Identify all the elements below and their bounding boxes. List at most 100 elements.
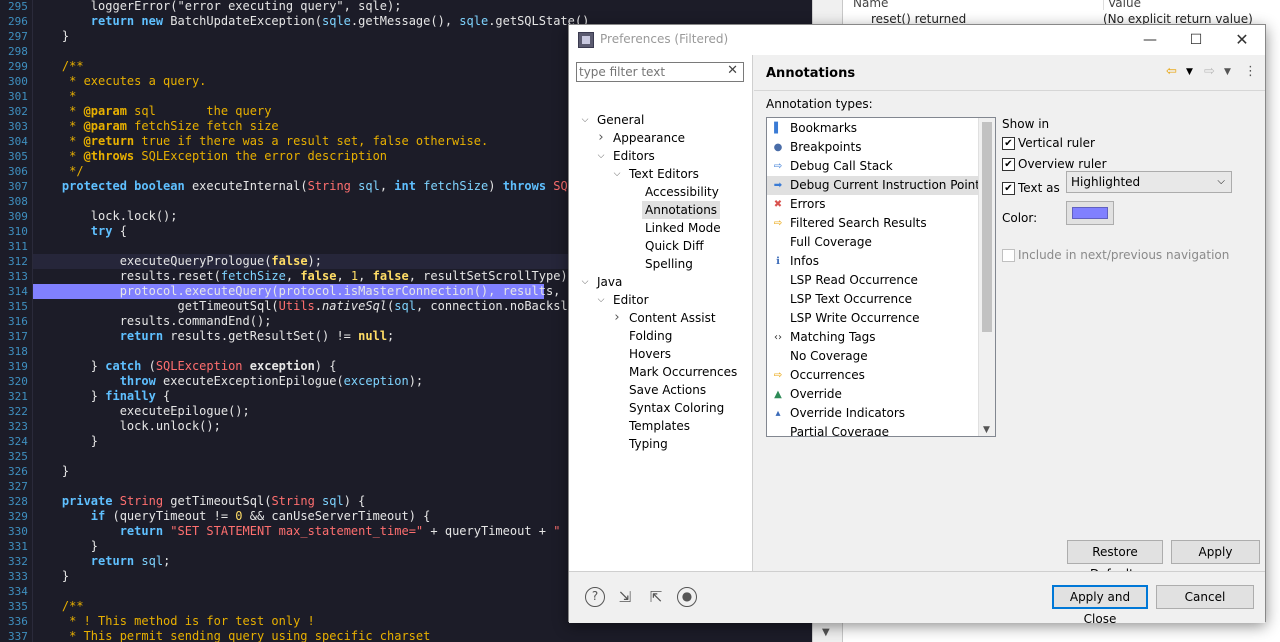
expanded-chevron-icon[interactable]: ⌵ [595,147,607,165]
expanded-chevron-icon[interactable]: ⌵ [595,291,607,309]
annotation-types-list[interactable]: ▌ Bookmarks ● Breakpoints ⇨ Debug Call Stack ➡… [766,117,996,437]
code-line: /** [61,599,84,613]
line-number: 313 [8,270,28,283]
annotation-type-item[interactable]: ➡ Debug Current Instruction Pointer [767,176,992,195]
export-icon[interactable]: ⇱ [645,587,667,609]
chevron-down-icon[interactable]: ▼ [822,627,830,638]
tree-item-typing[interactable]: Typing [629,435,668,453]
tree-item-save-actions[interactable]: Save Actions [629,381,706,399]
line-number: 331 [8,540,28,553]
scrollbar-thumb[interactable] [982,122,992,332]
record-icon[interactable]: ● [677,587,697,607]
expanded-chevron-icon[interactable]: ⌵ [611,165,623,183]
annotation-type-item[interactable]: LSP Write Occurrence [767,309,979,328]
code-line: } [33,29,70,43]
tree-item-text-editors[interactable]: Text Editors [629,165,699,183]
tree-item-editors[interactable]: Editors [613,147,655,165]
overview-ruler-checkbox[interactable]: ✔ [1002,158,1015,171]
text-as-label[interactable]: Text as [1018,181,1060,195]
clear-filter-icon[interactable]: ✕ [727,63,738,78]
tree-item-quick-diff[interactable]: Quick Diff [645,237,704,255]
list-scrollbar[interactable]: ▼ [978,118,995,436]
code-line: * executes a query. [33,74,207,88]
vertical-ruler-label[interactable]: Vertical ruler [1018,136,1095,150]
annotation-type-item[interactable]: ▲ Override [767,385,979,404]
line-number: 296 [8,15,28,28]
tree-item-annotations[interactable]: Annotations [642,201,721,219]
tree-item-mark-occurrences[interactable]: Mark Occurrences [629,363,737,381]
back-menu-chevron-icon[interactable]: ▼ [1186,67,1193,77]
tree-item-appearance[interactable]: Appearance [613,129,685,147]
line-number: 337 [8,630,28,642]
line-number: 297 [8,30,28,43]
annotation-type-item[interactable]: ⇨ Occurrences [767,366,979,385]
collapsed-chevron-icon[interactable]: › [595,129,607,147]
view-menu-icon[interactable]: ⋮ [1244,64,1257,79]
annotation-type-item[interactable]: ▌ Bookmarks [767,119,979,138]
color-picker-button[interactable] [1066,201,1114,225]
annotation-type-item[interactable]: ℹ Infos [767,252,979,271]
tree-item-java[interactable]: Java [597,273,622,291]
back-arrow-icon[interactable]: ⇦ [1166,64,1177,79]
column-header-name[interactable]: Name [853,0,888,10]
forward-arrow-icon[interactable]: ⇨ [1204,64,1215,79]
import-icon[interactable]: ⇲ [614,587,636,609]
tree-item-folding[interactable]: Folding [629,327,672,345]
tree-item-general[interactable]: General [597,111,644,129]
text-as-select[interactable]: Highlighted ⌵ [1066,171,1232,193]
vertical-ruler-checkbox[interactable]: ✔ [1002,137,1015,150]
annotation-type-item[interactable]: ⇨ Filtered Search Results [767,214,979,233]
tree-item-content-assist[interactable]: Content Assist [629,309,716,327]
apply-and-close-button[interactable]: Apply and Close [1052,585,1148,626]
annotation-type-item[interactable]: ✖ Errors [767,195,979,214]
include-navigation-checkbox[interactable] [1002,249,1015,262]
tags-icon: ‹› [774,332,782,343]
dialog-titlebar[interactable]: Preferences (Filtered) — ☐ ✕ [569,25,1265,55]
chevron-down-icon[interactable]: ▼ [983,425,990,435]
expanded-chevron-icon[interactable]: ⌵ [579,273,591,291]
annotation-type-item[interactable]: ● Breakpoints [767,138,979,157]
annotation-type-item[interactable]: ▴ Override Indicators [767,404,979,423]
annotation-type-item[interactable]: LSP Text Occurrence [767,290,979,309]
collapsed-chevron-icon[interactable]: › [611,309,623,327]
preference-tree-pane: ✕ ⌵General›Appearance⌵Editors⌵Text Edito… [569,55,753,571]
maximize-button[interactable]: ☐ [1173,27,1219,53]
code-line: * @throws SQLException the error descrip… [33,149,388,163]
restore-defaults-button[interactable]: Restore Defaults [1067,540,1163,581]
include-navigation-label[interactable]: Include in next/previous navigation [1018,248,1229,262]
tree-item-syntax-coloring[interactable]: Syntax Coloring [629,399,724,417]
annotation-type-label: Override Indicators [790,406,906,420]
code-line: } [33,434,99,448]
overview-ruler-label[interactable]: Overview ruler [1018,157,1107,171]
annotation-type-item[interactable]: LSP Read Occurrence [767,271,979,290]
close-button[interactable]: ✕ [1219,27,1265,53]
annotation-type-item[interactable]: ‹› Matching Tags [767,328,979,347]
tree-item-linked-mode[interactable]: Linked Mode [645,219,721,237]
annotation-type-label: Bookmarks [790,121,858,135]
cancel-button[interactable]: Cancel [1156,585,1254,609]
forward-menu-chevron-icon[interactable]: ▼ [1224,67,1231,77]
annotation-type-item[interactable]: Full Coverage [767,233,979,252]
tree-item-hovers[interactable]: Hovers [629,345,671,363]
apply-button[interactable]: Apply [1171,540,1260,564]
minimize-button[interactable]: — [1127,27,1173,53]
line-number: 318 [8,345,28,358]
column-header-value[interactable]: Value [1103,0,1141,10]
tree-item-templates[interactable]: Templates [629,417,690,435]
code-line: throw executeExceptionEpilogue(exception… [119,374,424,388]
line-number: 334 [8,585,28,598]
filter-field[interactable]: ✕ [576,62,744,82]
tree-item-editor[interactable]: Editor [613,291,649,309]
help-icon[interactable]: ? [585,587,605,607]
line-number: 335 [8,600,28,613]
annotation-type-item[interactable]: ⇨ Debug Call Stack [767,157,979,176]
annotation-type-label: No Coverage [790,349,868,363]
tree-item-spelling[interactable]: Spelling [645,255,693,273]
annotation-type-item[interactable]: Partial Coverage [767,423,979,436]
annotation-type-item[interactable]: No Coverage [767,347,979,366]
filter-input[interactable] [579,64,719,80]
tree-item-accessibility[interactable]: Accessibility [645,183,719,201]
line-number: 311 [8,240,28,253]
text-as-checkbox[interactable]: ✔ [1002,182,1015,195]
expanded-chevron-icon[interactable]: ⌵ [579,111,591,129]
